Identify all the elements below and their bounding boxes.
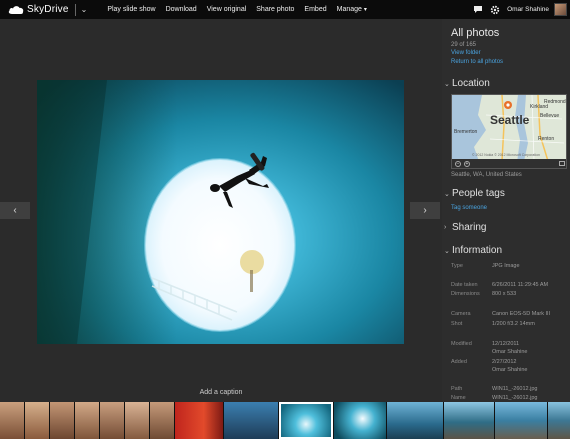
- chevron-down-icon: ⌄: [444, 80, 450, 88]
- modified-date: 12/12/2011: [492, 341, 520, 347]
- date-taken-label: Date taken: [451, 282, 478, 288]
- photo-thumbnail[interactable]: [175, 402, 223, 439]
- download-button[interactable]: Download: [166, 6, 197, 13]
- photo-thumbnail[interactable]: [334, 402, 386, 439]
- play-slide-show-button[interactable]: Play slide show: [107, 6, 155, 13]
- added-date: 2/27/2012: [492, 359, 517, 365]
- information-heading: Information: [452, 245, 503, 256]
- share-photo-button[interactable]: Share photo: [256, 6, 294, 13]
- location-section-header[interactable]: ⌄ Location: [444, 78, 490, 89]
- added-by[interactable]: Omar Shahine: [492, 366, 527, 374]
- photo-position: 29 of 165: [451, 42, 477, 48]
- add-caption-link[interactable]: Add a caption: [0, 389, 442, 396]
- map-place-label: Kirkland: [530, 104, 549, 110]
- chevron-right-icon: ›: [444, 224, 447, 231]
- manage-menu[interactable]: Manage ▾: [337, 6, 367, 13]
- photo-stage: ‹ › Add a caption: [0, 19, 442, 402]
- top-right-controls: Omar Shahine: [473, 0, 570, 19]
- photo-thumbnail[interactable]: [75, 402, 99, 439]
- camera-value: Canon EOS-5D Mark III: [492, 311, 551, 317]
- sharing-section-header[interactable]: › Sharing: [444, 222, 486, 233]
- added-label: Added: [451, 359, 467, 365]
- manage-label: Manage: [336, 6, 362, 13]
- photo-thumbnail[interactable]: [25, 402, 49, 439]
- photo-thumbnail[interactable]: [150, 402, 174, 439]
- chevron-down-icon: ⌄: [444, 247, 450, 255]
- main-photo[interactable]: [37, 80, 404, 344]
- location-heading: Location: [452, 78, 490, 89]
- dimensions-value: 800 x 533: [492, 291, 517, 297]
- gear-icon[interactable]: [490, 5, 500, 15]
- photo-thumbnail[interactable]: [50, 402, 74, 439]
- type-label: Type: [451, 263, 463, 269]
- user-name[interactable]: Omar Shahine: [507, 6, 549, 13]
- view-original-button[interactable]: View original: [207, 6, 247, 13]
- next-photo-button[interactable]: ›: [410, 202, 440, 219]
- photo-thumbnail[interactable]: [224, 402, 278, 439]
- date-taken-value: 6/26/2011 11:29:45 AM: [492, 282, 549, 288]
- avatar[interactable]: [554, 3, 567, 16]
- messenger-icon[interactable]: [473, 5, 483, 15]
- information-section-header[interactable]: ⌄ Information: [444, 245, 502, 256]
- photo-thumbnail-selected[interactable]: [279, 402, 333, 439]
- map-controls: − +: [452, 159, 566, 168]
- expand-map-icon[interactable]: [559, 161, 565, 166]
- photo-thumbnail[interactable]: [0, 402, 24, 439]
- chevron-down-icon[interactable]: ⌄: [81, 5, 88, 14]
- map-place-label: Bremerton: [454, 129, 478, 135]
- people-tags-heading: People tags: [452, 188, 505, 199]
- filmstrip[interactable]: [0, 402, 570, 439]
- photo-thumbnail[interactable]: [387, 402, 443, 439]
- cloud-icon: [8, 5, 24, 15]
- top-bar: SkyDrive ⌄ Play slide show Download View…: [0, 0, 570, 19]
- map-copyright: © 2012 Nokia © 2012 Microsoft Corporatio…: [472, 153, 540, 157]
- zoom-out-button[interactable]: −: [455, 160, 461, 167]
- chevron-down-icon: ▾: [363, 7, 367, 13]
- name-value: WIN11_-26012.jpg: [492, 395, 538, 401]
- path-label: Path: [451, 386, 463, 392]
- map-place-label: Bellevue: [540, 113, 560, 119]
- sharing-heading: Sharing: [452, 222, 487, 233]
- type-value: JPG Image: [492, 263, 520, 269]
- previous-photo-button[interactable]: ‹: [0, 202, 30, 219]
- map-place-label: Renton: [538, 136, 555, 142]
- chevron-right-icon: ›: [423, 205, 427, 216]
- camera-label: Camera: [451, 311, 471, 317]
- name-label: Name: [451, 395, 466, 401]
- photo-thumbnail[interactable]: [100, 402, 124, 439]
- brand-divider: [74, 3, 76, 16]
- location-place: Seattle, WA, United States: [451, 172, 522, 178]
- modified-by[interactable]: Omar Shahine: [492, 348, 527, 356]
- panel-title: All photos: [451, 27, 500, 39]
- shot-value: 1/200 f/3.2 14mm: [492, 321, 535, 327]
- brand-name: SkyDrive: [27, 4, 69, 15]
- modified-label: Modified: [451, 341, 472, 347]
- path-value: WIN11_-26012.jpg: [492, 386, 538, 392]
- chevron-down-icon: ⌄: [444, 190, 450, 198]
- shot-label: Shot: [451, 321, 463, 327]
- photo-thumbnail[interactable]: [444, 402, 494, 439]
- people-tags-section-header[interactable]: ⌄ People tags: [444, 188, 505, 199]
- details-panel: All photos 29 of 165 View folder Return …: [442, 19, 570, 402]
- dimensions-label: Dimensions: [451, 291, 480, 297]
- view-folder-link[interactable]: View folder: [451, 50, 481, 56]
- photo-thumbnail[interactable]: [495, 402, 547, 439]
- photo-thumbnail[interactable]: [548, 402, 570, 439]
- tag-someone-link[interactable]: Tag someone: [451, 205, 487, 211]
- skydrive-logo[interactable]: SkyDrive ⌄: [0, 0, 95, 19]
- return-to-all-photos-link[interactable]: Return to all photos: [451, 59, 503, 65]
- zoom-in-button[interactable]: +: [464, 160, 470, 167]
- map-city-label: Seattle: [490, 113, 530, 127]
- chevron-left-icon: ‹: [13, 205, 17, 216]
- embed-button[interactable]: Embed: [304, 6, 326, 13]
- photo-thumbnail[interactable]: [125, 402, 149, 439]
- location-map[interactable]: Seattle Bellevue Redmond Kirkland Renton…: [451, 94, 567, 169]
